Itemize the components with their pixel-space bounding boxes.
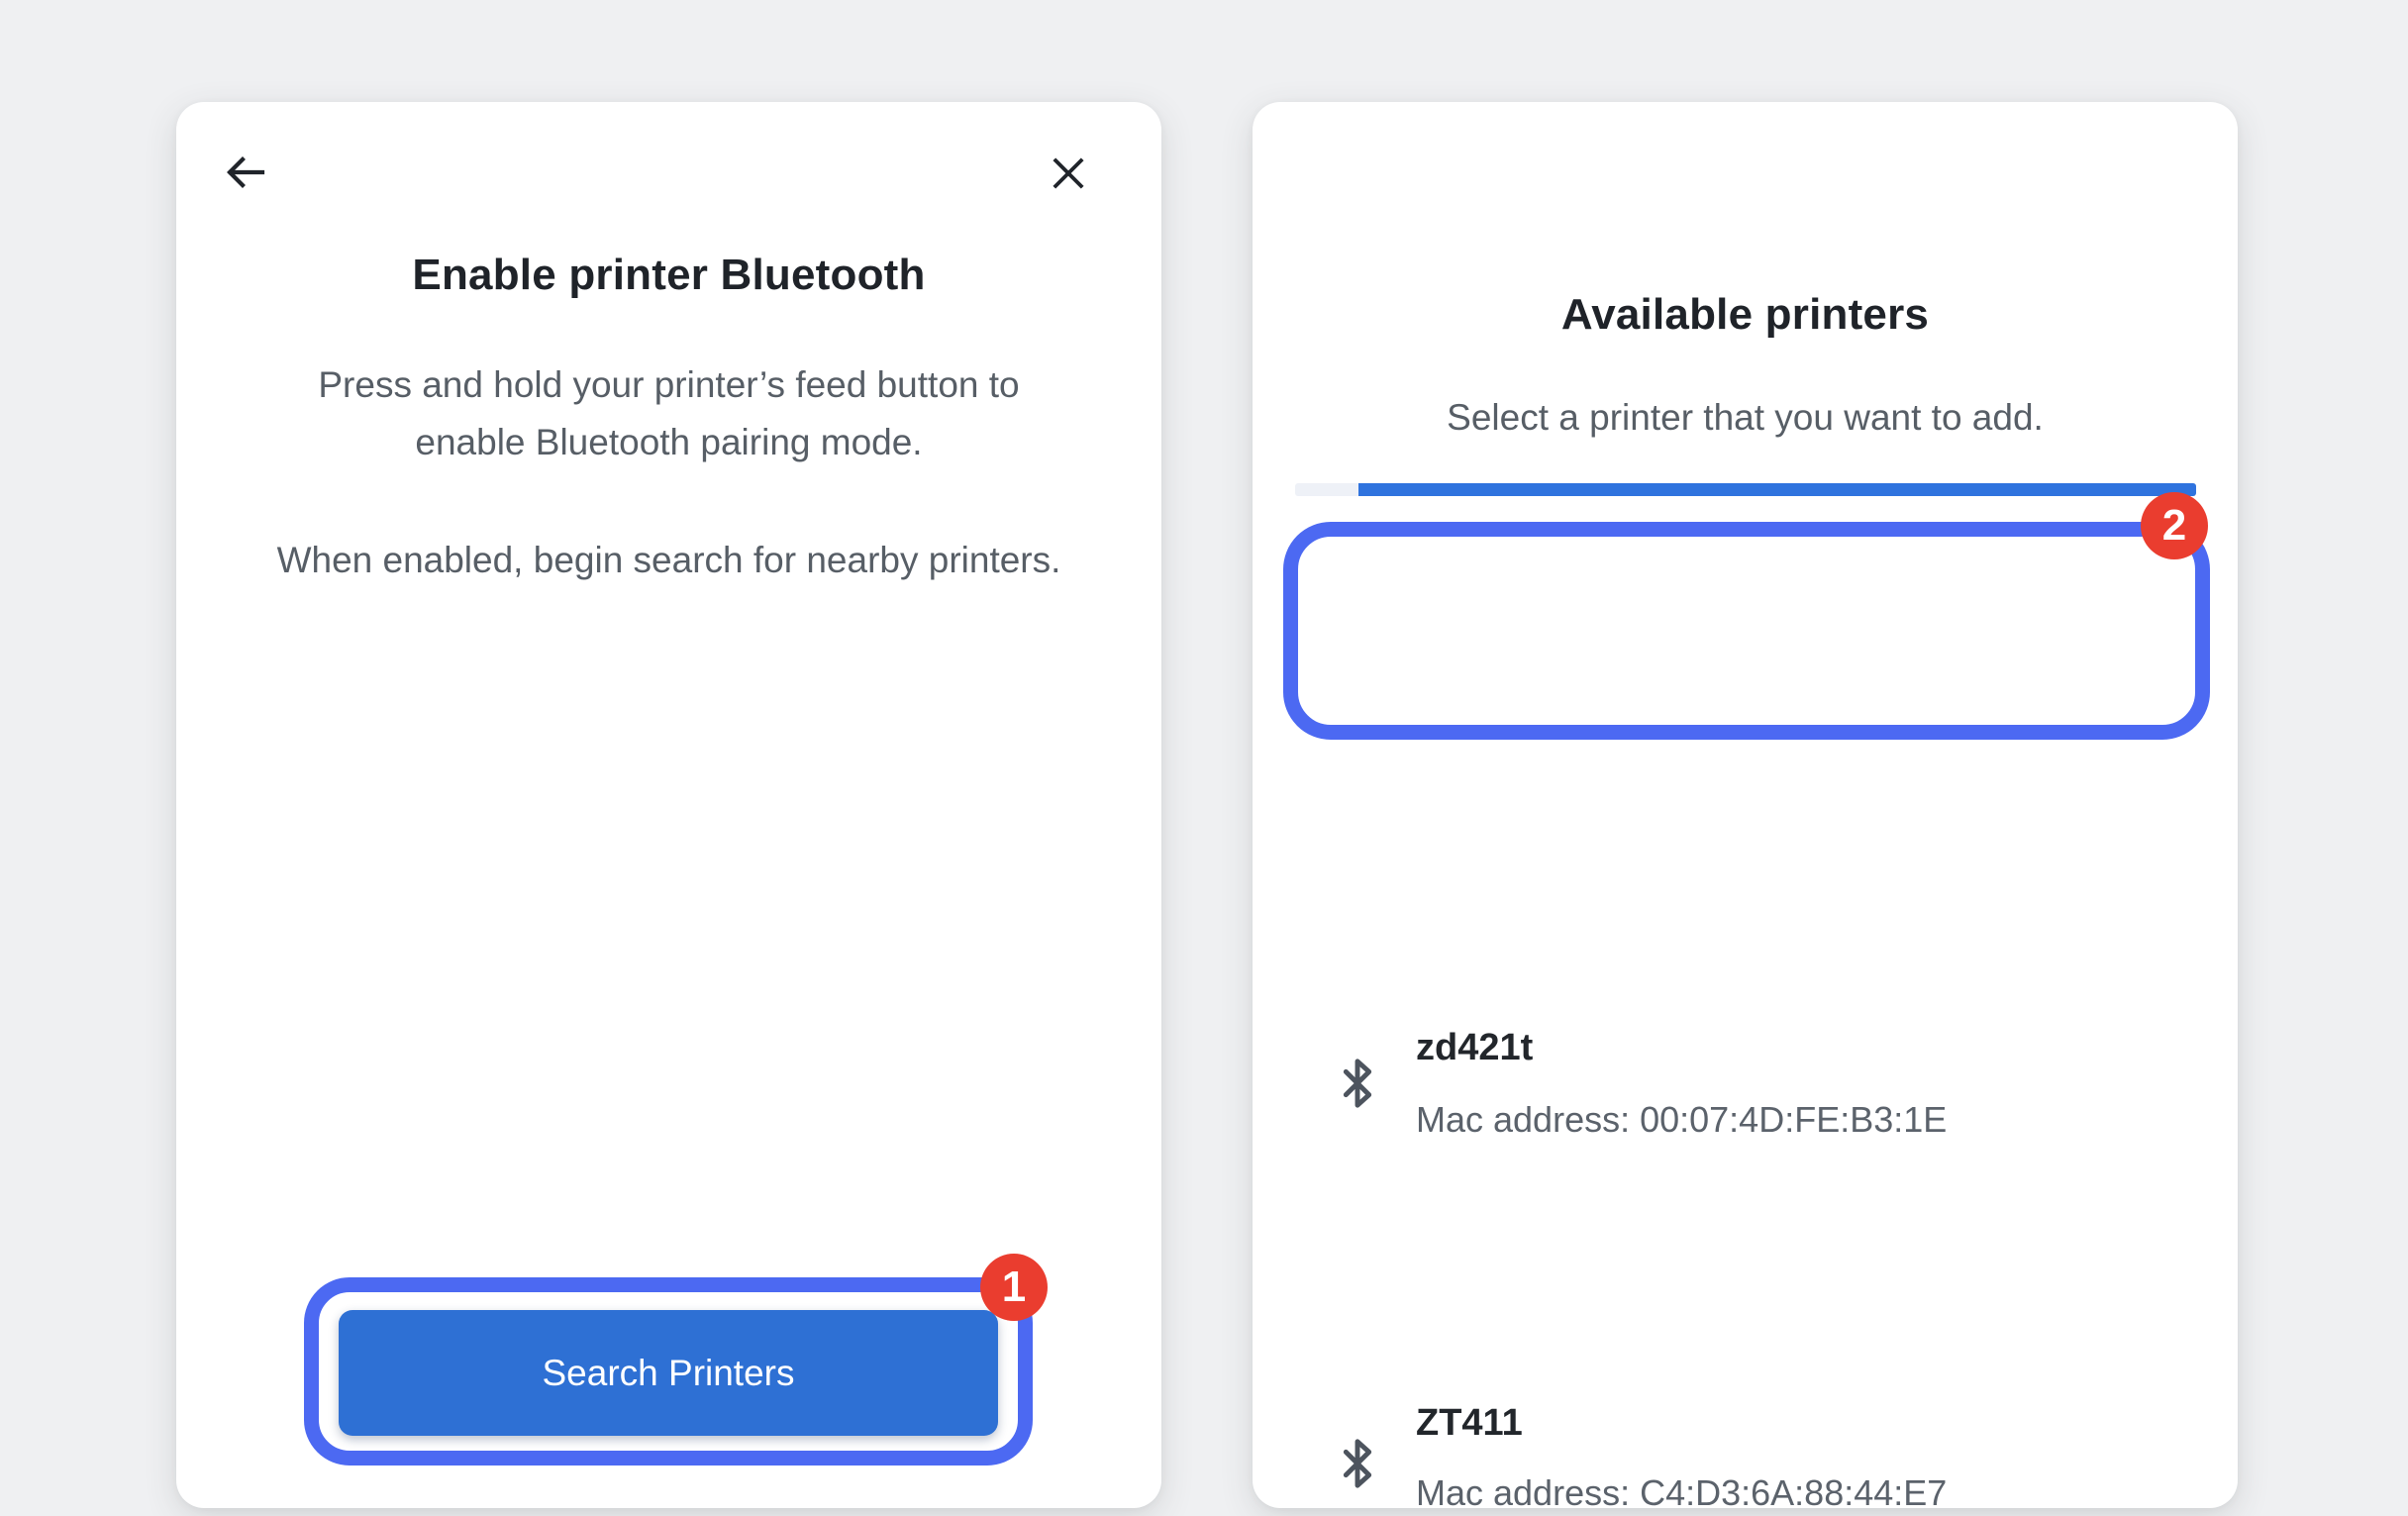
instruction-line-1: Press and hold your printer’s feed butto… xyxy=(176,356,1161,414)
page-title: Enable printer Bluetooth xyxy=(176,248,1161,303)
printer-mac-address: Mac address: 00:07:4D:FE:B3:1E xyxy=(1416,1097,1947,1143)
search-progress-bar xyxy=(1295,483,2196,496)
close-icon xyxy=(1047,152,1090,195)
back-button[interactable] xyxy=(222,149,269,196)
printer-list-item-zd421t[interactable]: zd421t Mac address: 00:07:4D:FE:B3:1E xyxy=(1253,557,2238,706)
screen-available-printers: Available printers Select a printer that… xyxy=(1253,102,2238,1508)
search-printers-button[interactable]: Search Printers xyxy=(339,1310,998,1436)
instruction-line-2: enable Bluetooth pairing mode. xyxy=(176,414,1161,471)
instruction-paragraph-2: When enabled, begin search for nearby pr… xyxy=(176,532,1161,589)
printer-name: zd421t xyxy=(1416,1025,1533,1070)
step-2-badge: 2 xyxy=(2141,492,2208,559)
arrow-left-icon xyxy=(222,149,269,196)
step-1-badge: 1 xyxy=(980,1254,1048,1321)
printer-list-item-zt411[interactable]: ZT411 Mac address: C4:D3:6A:88:44:E7 xyxy=(1253,746,2238,894)
page-title: Available printers xyxy=(1253,287,2238,343)
close-button[interactable] xyxy=(1047,152,1090,195)
printer-name: ZT411 xyxy=(1416,1400,1523,1446)
screen-enable-printer-bluetooth: Enable printer Bluetooth Press and hold … xyxy=(176,102,1161,1508)
instruction-paragraph-1: Press and hold your printer’s feed butto… xyxy=(176,356,1161,471)
page-background: { "colors": { "page_background": "#eff0f… xyxy=(0,0,2408,1477)
subtitle: Select a printer that you want to add. xyxy=(1253,395,2238,441)
bluetooth-icon xyxy=(1330,1056,1385,1111)
progress-fill xyxy=(1358,483,2196,496)
bluetooth-icon xyxy=(1330,1436,1385,1491)
